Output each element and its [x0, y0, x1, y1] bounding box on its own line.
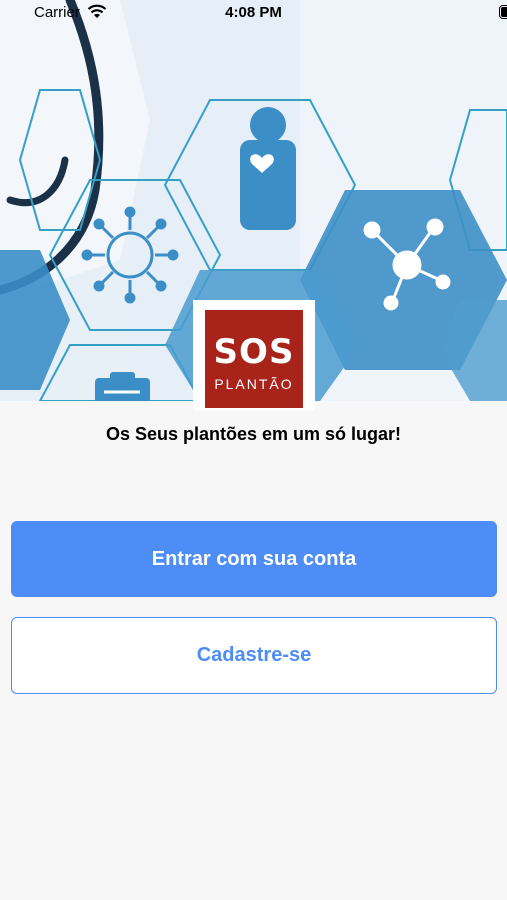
status-bar: Carrier 4:08 PM [0, 0, 507, 26]
login-button[interactable]: Entrar com sua conta [11, 521, 497, 597]
sos-plantao-logo: SOS PLANTÃO [205, 310, 303, 408]
tagline: Os Seus plantões em um só lugar! [105, 424, 402, 444]
logo-sos-text: SOS [213, 332, 295, 372]
signup-button[interactable]: Cadastre-se [11, 617, 497, 694]
logo-plantao-text: PLANTÃO [214, 376, 294, 392]
status-time: 4:08 PM [225, 4, 282, 21]
